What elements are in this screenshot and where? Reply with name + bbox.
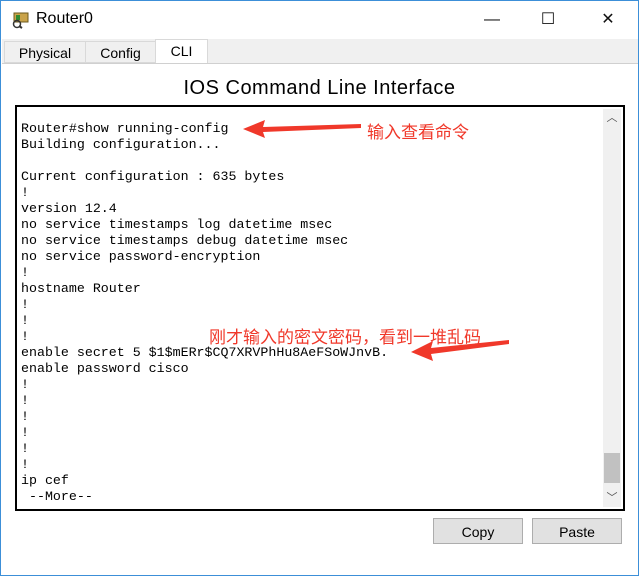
tab-bar: Physical Config CLI [2,39,638,64]
terminal-line: ! [21,425,29,440]
terminal-line: --More-- [21,489,93,504]
terminal-output[interactable]: Router#show running-config Building confi… [21,121,388,505]
tab-cli[interactable]: CLI [155,39,208,63]
terminal-line: enable password cisco [21,361,189,376]
arrow-icon [411,340,509,361]
tab-config[interactable]: Config [85,41,156,63]
terminal-line: ! [21,409,29,424]
terminal-line: ip cef [21,473,69,488]
page-title: IOS Command Line Interface [183,77,456,99]
vertical-scrollbar[interactable]: ︿ ﹀ [603,109,621,507]
paste-button[interactable]: Paste [532,518,622,544]
arrow-icon [243,120,361,138]
terminal-line: Building configuration... [21,137,221,152]
scroll-down-icon[interactable]: ﹀ [603,489,621,507]
scrollbar-thumb[interactable] [604,453,620,483]
title-bar: Router0 — ☐ ✕ [1,1,638,39]
cli-terminal[interactable]: Router#show running-config Building confi… [15,105,625,511]
terminal-line: hostname Router [21,281,141,296]
terminal-line: ! [21,297,29,312]
terminal-line: ! [21,377,29,392]
scroll-up-icon[interactable]: ︿ [603,109,621,127]
tab-physical[interactable]: Physical [4,41,86,63]
terminal-line: ! [21,185,29,200]
terminal-line: version 12.4 [21,201,117,216]
router-icon [12,12,29,29]
window-title: Router0 [36,10,93,27]
terminal-line: no service password-encryption [21,249,261,264]
minimize-button[interactable]: — [469,5,515,35]
terminal-line: ! [21,393,29,408]
annotation-command: 输入查看命令 [367,123,469,142]
terminal-line: ! [21,265,29,280]
close-button[interactable]: ✕ [585,5,631,35]
terminal-line: ! [21,441,29,456]
terminal-line: no service timestamps debug datetime mse… [21,233,349,248]
terminal-line: Current configuration : 635 bytes [21,169,285,184]
copy-button[interactable]: Copy [433,518,523,544]
terminal-line: ! [21,457,29,472]
terminal-line: no service timestamps log datetime msec [21,217,333,232]
maximize-button[interactable]: ☐ [525,5,571,35]
